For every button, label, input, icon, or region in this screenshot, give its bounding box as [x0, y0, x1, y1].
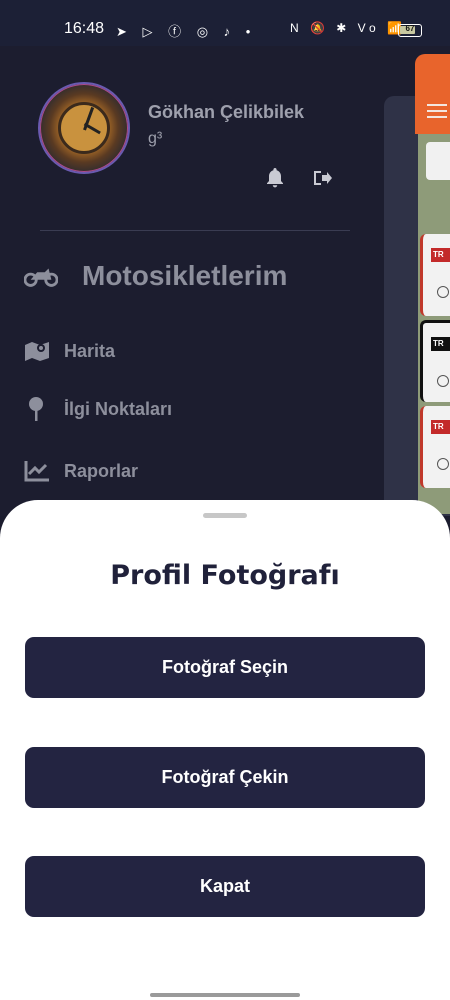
gauge-icon — [437, 286, 449, 298]
status-bar: 16:48 ➤ ▷ ⓕ ◎ ♪ • N 🔕 ✱ Vo 📶 67 — [0, 0, 450, 46]
battery-icon: 67 — [398, 24, 422, 37]
card-logo: TR — [431, 248, 450, 262]
gauge-icon — [437, 458, 449, 470]
bottom-sheet: Profil Fotoğrafı Fotoğraf Seçin Fotoğraf… — [0, 500, 450, 1000]
background-card: TR — [420, 406, 450, 488]
logout-icon[interactable] — [310, 166, 334, 194]
gesture-nav-bar[interactable] — [150, 993, 300, 997]
menu-label-reports: Raporlar — [64, 460, 139, 481]
navigation-drawer: Gökhan Çelikbilek g³ Motosikletlerim Har… — [0, 46, 450, 516]
choose-photo-button[interactable]: Fotoğraf Seçin — [25, 637, 425, 698]
user-name: Gökhan Çelikbilek — [148, 102, 305, 122]
background-search — [426, 142, 450, 180]
status-time: 16:48 — [64, 20, 105, 37]
close-button[interactable]: Kapat — [25, 856, 425, 917]
battery-percent: 67 — [405, 24, 415, 33]
menu-item-poi[interactable]: İlgi Noktaları — [24, 396, 172, 422]
background-card: TR — [420, 234, 450, 316]
pin-icon — [24, 396, 58, 422]
gauge-icon — [437, 375, 449, 387]
menu-item-reports[interactable]: Raporlar — [24, 458, 138, 484]
avatar[interactable] — [38, 82, 130, 174]
card-logo: TR — [431, 420, 450, 434]
user-subtitle: g³ — [148, 130, 163, 147]
map-icon — [24, 338, 58, 364]
menu-item-map[interactable]: Harita — [24, 338, 115, 364]
drag-handle[interactable] — [203, 513, 247, 518]
take-photo-button[interactable]: Fotoğraf Çekin — [25, 747, 425, 808]
bell-icon[interactable] — [263, 166, 287, 194]
chart-icon — [24, 458, 58, 484]
background-header — [415, 54, 450, 134]
menu-label-poi: İlgi Noktaları — [64, 398, 173, 419]
menu-icon — [427, 104, 447, 122]
motorcycle-icon — [24, 263, 58, 289]
sheet-title: Profil Fotoğrafı — [110, 560, 340, 591]
divider — [40, 230, 350, 231]
notification-icons: ➤ ▷ ⓕ ◎ ♪ • — [116, 24, 257, 39]
menu-label-map: Harita — [64, 340, 116, 361]
card-logo: TR — [431, 337, 450, 351]
background-card: TR — [420, 320, 450, 402]
system-icons: N 🔕 ✱ Vo 📶 — [290, 21, 406, 35]
menu-item-motorcycles[interactable]: Motosikletlerim — [24, 260, 287, 292]
menu-title: Motosikletlerim — [82, 260, 288, 291]
